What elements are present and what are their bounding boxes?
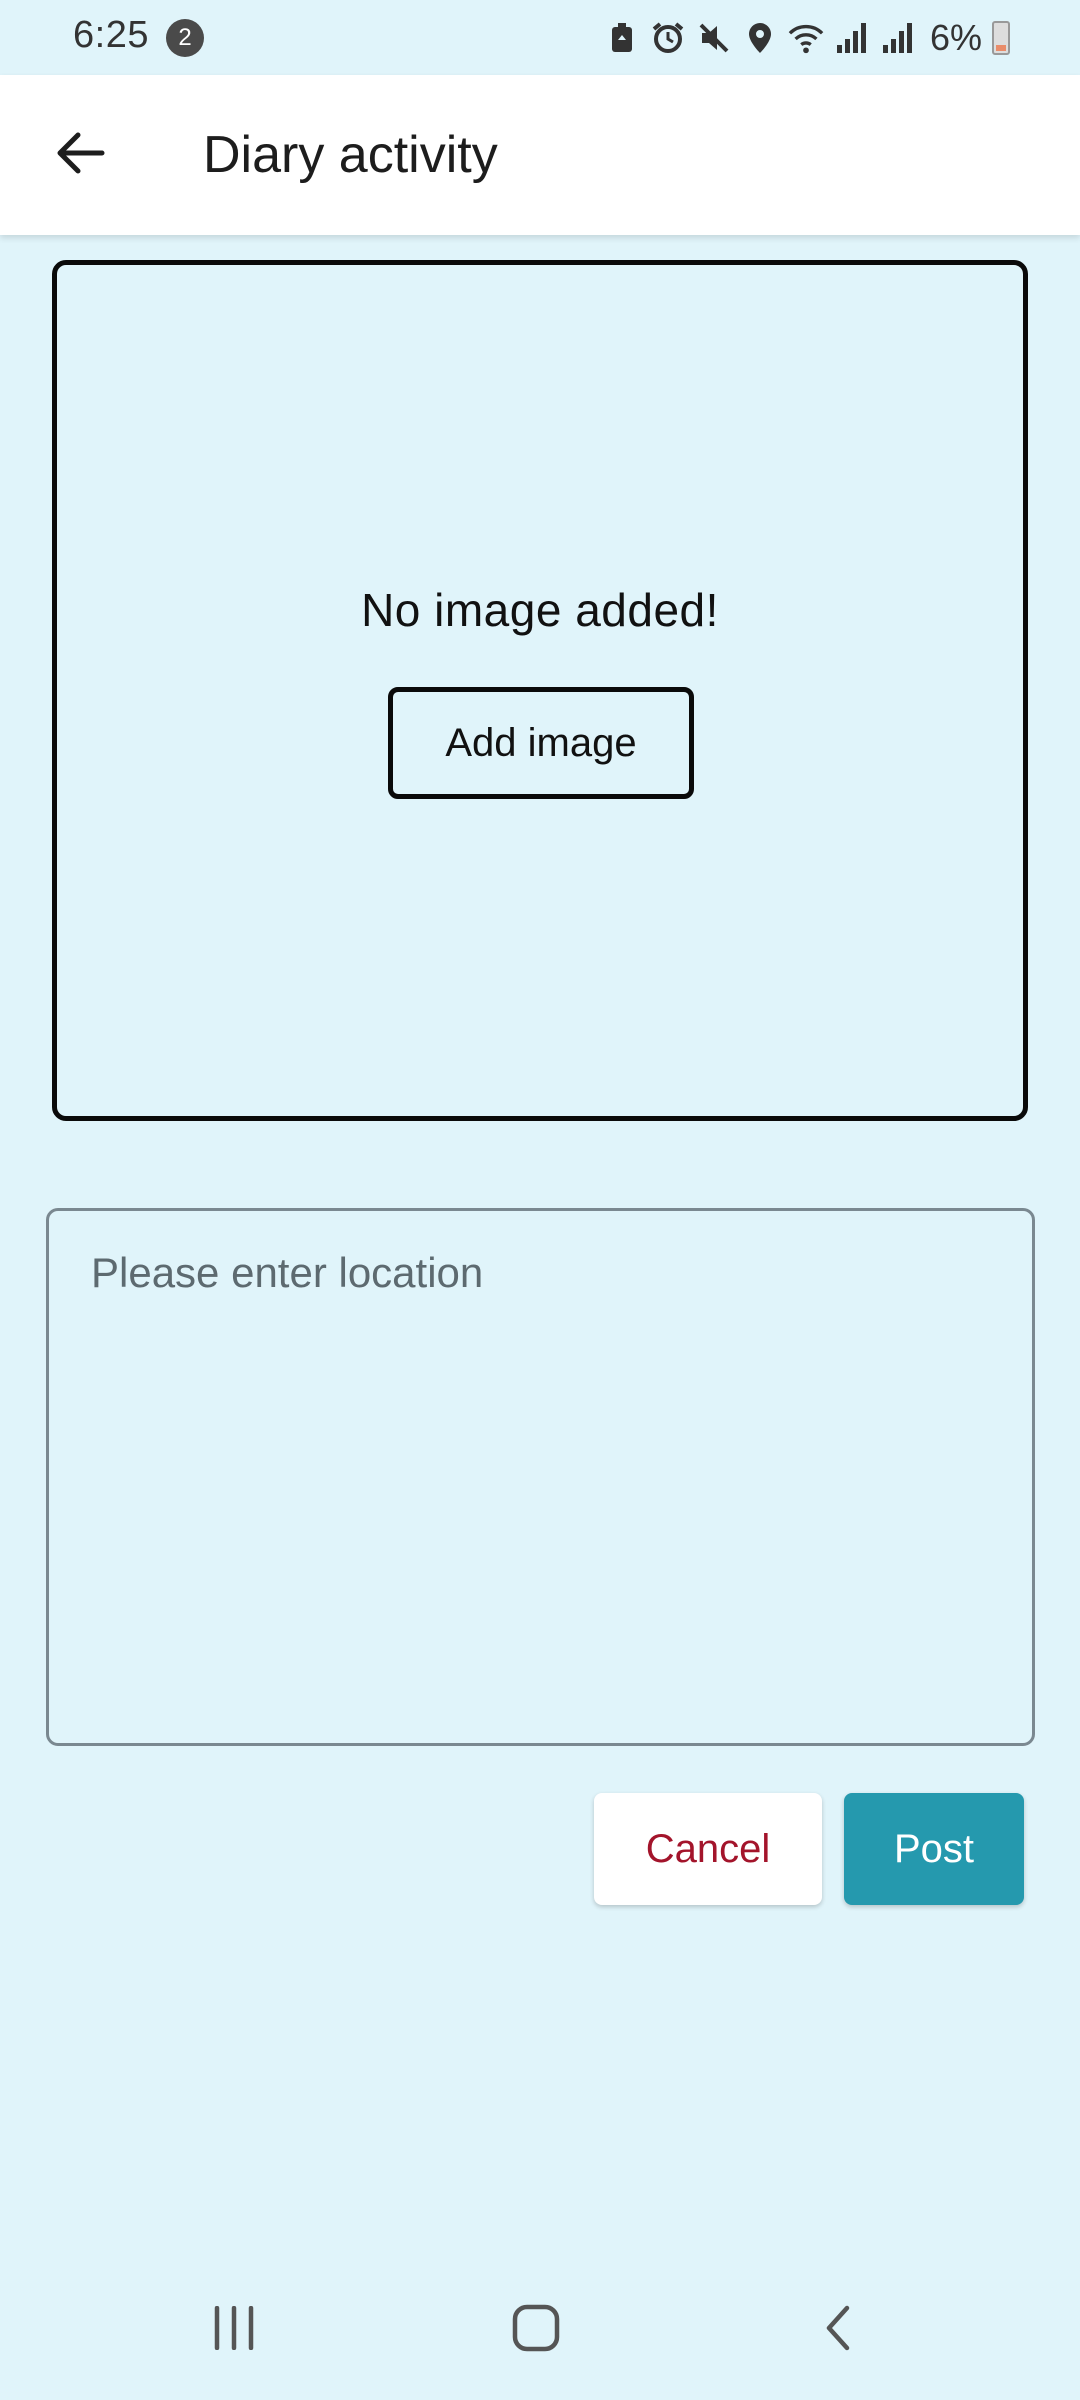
page-title: Diary activity xyxy=(203,126,498,184)
battery-percent: 6% xyxy=(929,17,982,58)
app-bar: Diary activity xyxy=(0,75,1080,235)
home-icon xyxy=(511,2303,561,2358)
status-icons: 6% xyxy=(604,16,1010,60)
image-placeholder-box: No image added! Add image xyxy=(52,260,1028,1121)
no-image-text: No image added! xyxy=(361,584,719,636)
battery-saver-icon xyxy=(604,20,640,56)
mute-icon xyxy=(696,20,732,56)
signal-icon xyxy=(834,20,870,56)
alarm-icon xyxy=(650,20,686,56)
system-nav-bar xyxy=(0,2260,1080,2400)
back-nav-button[interactable] xyxy=(793,2290,883,2370)
post-button[interactable]: Post xyxy=(844,1793,1024,1905)
back-icon xyxy=(823,2304,853,2357)
cancel-button[interactable]: Cancel xyxy=(594,1793,822,1905)
recents-icon xyxy=(211,2305,257,2355)
location-input[interactable] xyxy=(46,1208,1035,1746)
home-button[interactable] xyxy=(491,2290,581,2370)
location-icon xyxy=(742,20,778,56)
battery-icon xyxy=(992,21,1010,55)
add-image-button[interactable]: Add image xyxy=(388,687,694,799)
notification-count-badge: 2 xyxy=(166,19,204,57)
status-bar: 6:25 2 6% xyxy=(0,0,1080,75)
wifi-icon xyxy=(788,20,824,56)
signal-icon xyxy=(880,20,916,56)
back-button[interactable] xyxy=(40,115,120,195)
arrow-left-icon xyxy=(54,131,106,180)
status-time: 6:25 xyxy=(73,14,149,56)
recents-button[interactable] xyxy=(189,2290,279,2370)
